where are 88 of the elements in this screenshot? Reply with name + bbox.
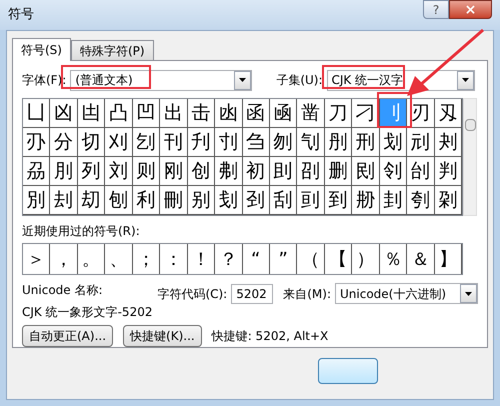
symbol-cell[interactable]: 刜	[215, 157, 242, 186]
symbol-cell[interactable]: 刬	[215, 186, 242, 215]
symbol-cell[interactable]: 刣	[407, 157, 435, 186]
caret-icon	[465, 292, 472, 296]
symbol-cell[interactable]: 刅	[23, 128, 50, 157]
symbol-cell[interactable]: 出	[160, 99, 188, 128]
symbol-cell[interactable]: 刭	[242, 186, 270, 215]
window-title: 符号	[8, 6, 34, 24]
symbol-cell[interactable]: 凸	[105, 99, 133, 128]
symbol-cell[interactable]: 凷	[78, 99, 106, 128]
symbol-cell[interactable]: 刋	[188, 128, 216, 157]
dialog-button[interactable]: 自动更正(A)...	[22, 325, 114, 347]
symbol-cell[interactable]: 划	[380, 128, 408, 157]
symbol-cell[interactable]: 刯	[297, 186, 325, 215]
symbol-cell[interactable]: 刈	[105, 128, 133, 157]
symbol-cell[interactable]: 刦	[50, 186, 78, 215]
symbol-cell[interactable]: 刐	[324, 128, 352, 157]
dropdown-button[interactable]	[460, 284, 477, 303]
symbol-cell[interactable]: 刴	[434, 186, 462, 215]
symbol-cell[interactable]: 凶	[50, 99, 78, 128]
symbol-cell[interactable]: 利	[132, 186, 160, 215]
unicode-name-label: Unicode 名称:	[22, 282, 104, 299]
highlight-frame	[377, 92, 412, 128]
symbol-cell[interactable]: 刕	[23, 157, 50, 186]
symbol-cell[interactable]: 別	[23, 186, 50, 215]
symbol-cell[interactable]: 刪	[160, 186, 188, 215]
symbol-cell[interactable]: 刑	[352, 128, 380, 157]
symbol-cell[interactable]: 刚	[160, 157, 188, 186]
subset-combo[interactable]: CJK 统一汉字	[326, 70, 475, 90]
symbol-cell[interactable]: 凵	[23, 99, 50, 128]
symbol-cell[interactable]: 刌	[215, 128, 242, 157]
symbol-cell[interactable]: 刓	[407, 128, 435, 157]
tab[interactable]: 符号(S)	[12, 38, 71, 61]
symbol-cell[interactable]: 刞	[270, 157, 298, 186]
dialog-button[interactable]: 快捷键(K)...	[123, 325, 202, 347]
symbol-cell[interactable]: 刍	[242, 128, 270, 157]
from-label: 来自(M):	[283, 286, 331, 302]
symbol-cell[interactable]: 刨	[105, 186, 133, 215]
subset-label: 子集(U):	[276, 72, 323, 89]
shortcut-text: 快捷键: 5202, Alt+X	[212, 328, 328, 345]
insert-button[interactable]	[318, 358, 378, 384]
help-button[interactable]: ?	[423, 0, 449, 19]
symbol-cell[interactable]: 判	[434, 157, 462, 186]
symbol-cell[interactable]: 创	[188, 157, 216, 186]
symbol-cell[interactable]: 刢	[380, 157, 408, 186]
symbol-cell[interactable]: 凿	[297, 99, 325, 128]
symbol-cell[interactable]: 刊	[160, 128, 188, 157]
symbol-cell[interactable]: 刔	[434, 128, 462, 157]
symbol-cell[interactable]: 切	[78, 128, 106, 157]
symbol-cell[interactable]: 击	[188, 99, 216, 128]
symbol-cell[interactable]: 初	[242, 157, 270, 186]
symbol-cell[interactable]: 刱	[352, 186, 380, 215]
symbol-cell[interactable]: 刧	[78, 186, 106, 215]
symbol-cell[interactable]: 刉	[132, 128, 160, 157]
symbol-cell[interactable]: 函	[242, 99, 270, 128]
symbol-cell[interactable]: 刲	[380, 186, 408, 215]
symbol-cell[interactable]: 刀	[324, 99, 352, 128]
scrollbar[interactable]	[463, 98, 477, 216]
font-combo[interactable]: (普通文本)	[70, 70, 252, 90]
symbol-cell[interactable]: 刘	[105, 157, 133, 186]
symbol-cell[interactable]: 刃	[407, 99, 435, 128]
tab[interactable]: 特殊字符(P)	[70, 40, 154, 60]
symbol-cell[interactable]: 刮	[270, 186, 298, 215]
unicode-name: CJK 统一象形文字-5202	[22, 304, 154, 321]
symbol-cell[interactable]: 刄	[434, 99, 462, 128]
symbol-cell[interactable]: 刳	[407, 186, 435, 215]
symbol-cell[interactable]: 凾	[270, 99, 298, 128]
from-combo[interactable]: Unicode(十六进制)	[335, 283, 478, 304]
symbol-cell[interactable]: 分	[50, 128, 78, 157]
caret-icon	[239, 78, 246, 82]
symbol-cell[interactable]: 刟	[297, 157, 325, 186]
symbol-cell[interactable]: 刡	[352, 157, 380, 186]
symbol-cell[interactable]: 则	[132, 157, 160, 186]
char-code-field[interactable]: 5202	[231, 284, 274, 304]
symbol-cell[interactable]: 到	[324, 186, 352, 215]
symbol-cell[interactable]: 凹	[132, 99, 160, 128]
symbol-cell[interactable]: 删	[324, 157, 352, 186]
symbol-cell[interactable]: 别	[188, 186, 216, 215]
symbol-cell[interactable]: 凼	[215, 99, 242, 128]
dropdown-button[interactable]	[234, 70, 252, 90]
recent-label: 近期使用过的符号(R):	[22, 223, 141, 240]
symbol-cell[interactable]: 列	[78, 157, 106, 186]
caret-icon	[462, 78, 469, 82]
symbol-cell[interactable]: 刏	[297, 128, 325, 157]
symbol-cell[interactable]: 刎	[270, 128, 298, 157]
symbol-cell[interactable]: 刖	[50, 157, 78, 186]
char-code-label: 字符代码(C):	[157, 286, 228, 302]
dropdown-button[interactable]	[456, 70, 474, 90]
